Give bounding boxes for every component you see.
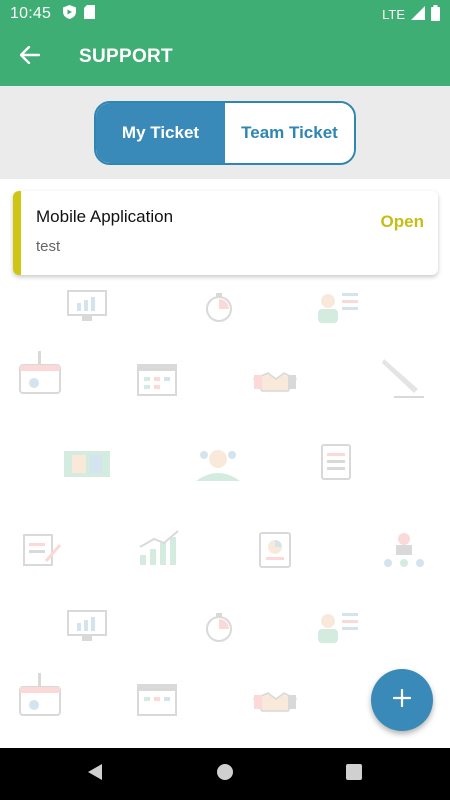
battery-icon [431,4,440,24]
ticket-title: Mobile Application [36,207,174,226]
system-nav-bar [0,748,450,800]
ticket-card[interactable]: Mobile Application test Open [13,191,438,275]
app-bar: SUPPORT [0,28,450,86]
ticket-status: Open [380,212,424,231]
back-button[interactable] [0,28,60,86]
signal-icon [411,5,425,23]
tab-team-ticket[interactable]: Team Ticket [225,103,354,163]
back-triangle-icon [87,763,103,786]
network-type: LTE [382,6,405,22]
status-bar: 10:45 LTE [0,0,450,28]
tab-my-ticket[interactable]: My Ticket [96,103,225,163]
tabs-area: My Ticket Team Ticket [0,86,450,179]
ticket-description: test [36,238,61,255]
status-time: 10:45 [10,5,52,22]
nav-home-button[interactable] [195,748,255,800]
arrow-back-icon [19,45,41,69]
sd-card-icon [84,5,96,23]
shield-icon [63,5,77,23]
ticket-list-area: Mobile Application test Open [0,179,450,748]
ticket-tabs: My Ticket Team Ticket [94,101,356,165]
ticket-status-stripe [13,191,21,275]
nav-recents-button[interactable] [324,748,384,800]
home-circle-icon [216,763,234,786]
recents-square-icon [346,763,362,785]
page-title: SUPPORT [79,46,173,67]
add-ticket-button[interactable] [371,669,433,731]
nav-back-button[interactable] [65,748,125,800]
plus-icon [392,688,412,712]
